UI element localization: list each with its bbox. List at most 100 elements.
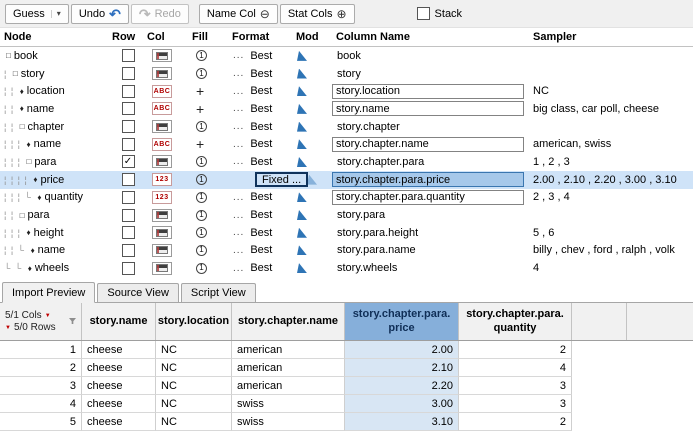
modeling-type-icon[interactable] (297, 192, 307, 202)
format-ellipsis-button[interactable]: ... (233, 68, 244, 79)
format-cell[interactable]: ...Best (230, 135, 294, 153)
mod-cell[interactable] (294, 100, 330, 118)
preview-corner-panel[interactable]: 5/1 Cols ▼ ▼ 5/0 Rows (0, 303, 82, 340)
column-name-cell[interactable]: book (330, 47, 530, 65)
col-cell[interactable]: 123 (146, 189, 188, 207)
col-header-para-price[interactable]: story.chapter.para. price (345, 303, 459, 340)
fill-cell[interactable]: 1 (188, 242, 230, 260)
fill-once-icon[interactable]: 1 (196, 156, 207, 167)
tree-row-wheels[interactable]: └ └ ♦wheels1...Beststory.wheels4 (0, 259, 693, 277)
format-dropdown[interactable]: Fixed ... (255, 172, 308, 187)
node-cell[interactable]: ¦ ¦ ¦ □para (0, 153, 110, 171)
format-cell[interactable]: ...Best (230, 259, 294, 277)
fill-cell[interactable]: 1 (188, 118, 230, 136)
preview-cell[interactable]: 2 (459, 341, 572, 359)
mod-cell[interactable] (294, 135, 330, 153)
tree-row-para[interactable]: ¦ ¦ □para1...Beststory.para (0, 206, 693, 224)
row-checkbox[interactable] (122, 85, 135, 98)
column-name-cell[interactable]: story.chapter.para.quantity (330, 189, 530, 207)
row-number[interactable]: 4 (0, 395, 82, 413)
fill-once-icon[interactable]: 1 (196, 210, 207, 221)
preview-cell[interactable]: 3 (459, 377, 572, 395)
preview-cell[interactable]: 3 (459, 395, 572, 413)
row-checkbox[interactable] (122, 226, 135, 239)
column-name-cell[interactable]: story.chapter (330, 118, 530, 136)
mod-cell[interactable] (294, 242, 330, 260)
row-checkbox[interactable]: ✓ (122, 155, 135, 168)
format-ellipsis-button[interactable]: ... (233, 263, 244, 274)
fill-cell[interactable]: 1 (188, 206, 230, 224)
col-cell[interactable]: ABC (146, 135, 188, 153)
format-ellipsis-button[interactable]: ... (233, 86, 244, 97)
format-cell[interactable]: ...Best (230, 206, 294, 224)
fill-plus-icon[interactable]: + (196, 137, 204, 151)
stat-cols-button[interactable]: Stat Cols ⊕ (280, 4, 355, 24)
row-number[interactable]: 2 (0, 359, 82, 377)
node-cell[interactable]: ¦ ¦ └ ♦name (0, 242, 110, 260)
column-name-cell[interactable]: story.chapter.para (330, 153, 530, 171)
fill-once-icon[interactable]: 1 (196, 68, 207, 79)
column-name-cell[interactable]: story.location (330, 82, 530, 100)
col-header-chapter-name[interactable]: story.chapter.name (232, 303, 345, 340)
preview-cell[interactable]: 2.10 (345, 359, 459, 377)
col-cell[interactable] (146, 259, 188, 277)
column-name-input[interactable]: story.chapter.para.quantity (332, 190, 524, 205)
undo-button[interactable]: Undo ↶ (71, 4, 129, 24)
row-number[interactable]: 5 (0, 413, 82, 431)
row-checkbox[interactable] (122, 49, 135, 62)
tab-source-view[interactable]: Source View (97, 283, 179, 302)
modeling-type-icon[interactable] (297, 228, 307, 238)
col-header-story-name[interactable]: story.name (82, 303, 156, 340)
column-name-cell[interactable]: story.para (330, 206, 530, 224)
fill-cell[interactable]: 1 (188, 47, 230, 65)
col-cell[interactable]: ABC (146, 100, 188, 118)
column-name-cell[interactable]: story (330, 65, 530, 83)
tree-row-para[interactable]: ¦ ¦ ¦ □para✓1...Beststory.chapter.para1 … (0, 153, 693, 171)
mod-cell[interactable] (294, 65, 330, 83)
preview-cell[interactable]: 2.00 (345, 341, 459, 359)
col-header-para-quantity[interactable]: story.chapter.para. quantity (459, 303, 572, 340)
preview-cell[interactable]: cheese (82, 413, 156, 431)
tree-row-book[interactable]: □book1...Bestbook (0, 47, 693, 65)
modeling-type-icon[interactable] (297, 51, 307, 61)
cols-panel-line[interactable]: 5/1 Cols ▼ (5, 310, 77, 322)
column-name-input[interactable]: story.name (332, 101, 524, 116)
tree-row-story[interactable]: ¦ □story1...Beststory (0, 65, 693, 83)
tree-row-name[interactable]: ¦ ¦ └ ♦name1...Beststory.para.namebilly … (0, 242, 693, 260)
preview-cell[interactable]: cheese (82, 359, 156, 377)
row-checkbox[interactable] (122, 191, 135, 204)
node-cell[interactable]: ¦ ¦ ¦ ♦name (0, 135, 110, 153)
format-ellipsis-button[interactable]: ... (233, 210, 244, 221)
modeling-type-icon[interactable] (297, 263, 307, 273)
format-cell[interactable]: ...Best (230, 242, 294, 260)
fill-once-icon[interactable]: 1 (196, 50, 207, 61)
preview-cell[interactable]: 4 (459, 359, 572, 377)
tree-row-price[interactable]: ¦ ¦ ¦ ¦ ♦price1231Fixed ...story.chapter… (0, 171, 693, 189)
fill-once-icon[interactable]: 1 (196, 245, 207, 256)
mod-cell[interactable] (294, 206, 330, 224)
tree-row-name[interactable]: ¦ ¦ ♦nameABC+...Beststory.namebig class,… (0, 100, 693, 118)
modeling-type-icon[interactable] (297, 104, 307, 114)
format-cell[interactable]: ...Best (230, 100, 294, 118)
preview-cell[interactable]: NC (156, 413, 232, 431)
preview-cell[interactable]: 2.20 (345, 377, 459, 395)
fill-once-icon[interactable]: 1 (196, 227, 207, 238)
modeling-type-icon[interactable] (297, 245, 307, 255)
col-cell[interactable] (146, 118, 188, 136)
fill-cell[interactable]: 1 (188, 171, 230, 189)
format-ellipsis-button[interactable]: ... (233, 156, 244, 167)
format-cell[interactable]: ...Best (230, 189, 294, 207)
fill-once-icon[interactable]: 1 (196, 192, 207, 203)
preview-cell[interactable]: cheese (82, 341, 156, 359)
col-cell[interactable] (146, 153, 188, 171)
col-cell[interactable] (146, 206, 188, 224)
mod-cell[interactable] (294, 189, 330, 207)
col-cell[interactable] (146, 242, 188, 260)
stack-checkbox[interactable]: Stack (417, 7, 463, 20)
tab-script-view[interactable]: Script View (181, 283, 256, 302)
row-checkbox[interactable] (122, 173, 135, 186)
preview-cell[interactable]: NC (156, 341, 232, 359)
node-cell[interactable]: ¦ ¦ ♦name (0, 100, 110, 118)
rows-panel-line[interactable]: ▼ 5/0 Rows (5, 322, 77, 334)
format-cell[interactable]: ...Best (230, 153, 294, 171)
